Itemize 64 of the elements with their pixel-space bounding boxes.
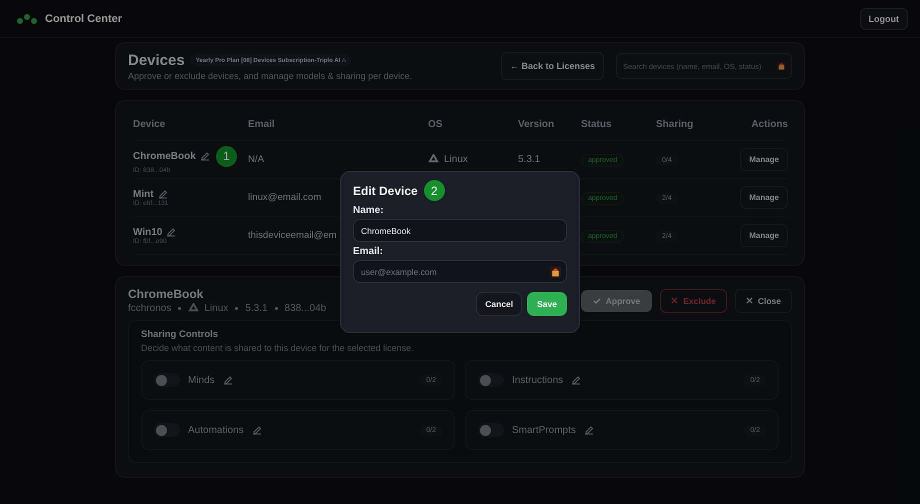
column-header: Email (248, 119, 276, 130)
section-subtitle: Decide what content is shared to this device for the selected license. (141, 343, 415, 353)
logo-icon (17, 12, 37, 24)
step-marker: 1 (216, 146, 237, 166)
page-title: Devices (128, 52, 185, 68)
separator-dot (274, 307, 278, 310)
column-header: Actions (750, 119, 788, 130)
edit-icon[interactable] (158, 189, 168, 199)
save-button[interactable]: Save (527, 292, 567, 316)
email-field[interactable]: user@example.com (353, 260, 567, 283)
sharing-label: Automations (188, 424, 244, 436)
sharing-label: Instructions (512, 374, 564, 386)
edit-icon[interactable] (166, 227, 176, 237)
column-header: Status (581, 119, 613, 130)
cancel-button[interactable]: Cancel (476, 292, 522, 316)
toggle-switch[interactable] (154, 373, 180, 387)
building-icon (550, 266, 561, 277)
table-cell: 5.3.1 (518, 154, 540, 165)
section-title: Sharing Controls (141, 329, 220, 340)
column-header: Device (133, 119, 166, 130)
table-cell: linux@email.com (248, 192, 322, 203)
sharing-label: Minds (188, 374, 215, 386)
table-cell: thisdeviceemail@em (248, 230, 337, 241)
step-marker: 2 (424, 180, 445, 201)
device-meta: fcchronos (128, 303, 172, 314)
edit-icon[interactable] (222, 375, 233, 385)
toggle-switch[interactable] (478, 373, 504, 387)
page-subtitle: Approve or exclude devices, and manage models & sharing per device. (128, 70, 414, 80)
dialog-title: Edit Device (353, 184, 418, 198)
column-header: Version (518, 119, 556, 130)
app-title: Control Center (45, 12, 122, 24)
device-name: Mint (133, 188, 154, 200)
manage-button[interactable]: Manage (740, 186, 788, 209)
building-icon (777, 62, 786, 70)
table-cell: Linux (444, 154, 468, 165)
edit-icon[interactable] (200, 151, 210, 161)
close-icon (746, 297, 753, 304)
close-icon (671, 297, 678, 304)
edit-icon[interactable] (584, 425, 594, 435)
device-meta: 5.3.1 (245, 303, 268, 314)
toggle-switch[interactable] (154, 423, 180, 437)
field-label: Name: (353, 205, 385, 216)
toggle-switch[interactable] (478, 423, 504, 437)
separator-dot (178, 307, 182, 310)
device-name: ChromeBook (133, 150, 196, 162)
manage-button[interactable]: Manage (740, 148, 788, 171)
table-cell: N/A (248, 154, 264, 165)
check-icon (592, 296, 601, 304)
name-field[interactable]: ChromeBook (353, 219, 567, 242)
device-meta: Linux (204, 303, 228, 314)
device-meta: 838...04b (284, 303, 326, 314)
field-label: Email: (353, 246, 384, 257)
back-button[interactable]: ← Back to Licenses (500, 52, 604, 80)
edit-icon[interactable] (252, 425, 262, 435)
close-button[interactable]: Close (734, 288, 792, 312)
sharing-label: SmartPrompts (512, 424, 576, 436)
column-header: OS (428, 119, 444, 130)
manage-button[interactable]: Manage (740, 224, 788, 247)
separator-dot (235, 307, 238, 310)
edit-icon[interactable] (571, 375, 582, 385)
device-title: ChromeBook (128, 287, 204, 301)
logout-button[interactable]: Logout (860, 8, 908, 30)
device-name: Win10 (133, 226, 162, 238)
column-header: Sharing (656, 119, 694, 130)
